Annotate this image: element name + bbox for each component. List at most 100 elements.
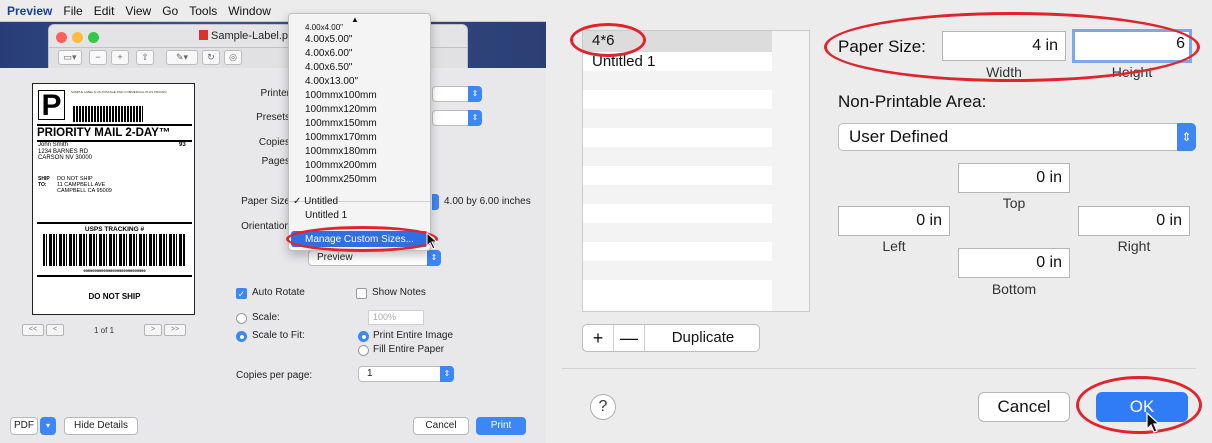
auto-rotate-checkbox[interactable]: ✓ xyxy=(236,288,247,299)
first-page-button[interactable]: << xyxy=(22,324,44,336)
print-button[interactable]: Print xyxy=(476,417,526,435)
fill-entire-paper-label: Fill Entire Paper xyxy=(373,344,445,355)
menu-item-paper-size[interactable]: 4.00x13.00" xyxy=(305,76,358,87)
tracking-barcode xyxy=(43,234,186,266)
next-page-button[interactable]: > xyxy=(144,324,162,336)
copies-per-page-label: Copies per page: xyxy=(236,370,313,381)
scroll-up-arrow-icon[interactable]: ▲ xyxy=(351,15,359,24)
mouse-pointer-icon xyxy=(426,232,439,250)
to-address: DO NOT SHIP 11 CAMPBELL AVE CAMPBELL CA … xyxy=(57,176,112,194)
mouse-pointer-icon xyxy=(1146,412,1161,433)
minimize-window-button[interactable] xyxy=(72,32,83,43)
menu-file[interactable]: File xyxy=(63,4,82,18)
paper-size-menu: ▲ 4.00x4.00" 4.00x5.00" 4.00x6.00" 4.00x… xyxy=(288,13,431,251)
cancel-button[interactable]: Cancel xyxy=(413,417,469,435)
show-notes-label: Show Notes xyxy=(372,287,426,298)
hide-details-button[interactable]: Hide Details xyxy=(64,417,138,435)
printer-popup[interactable]: ⇕ xyxy=(432,86,482,102)
menu-item-paper-size[interactable]: 4.00x5.00" xyxy=(305,34,352,45)
menu-item-paper-size[interactable]: 4.00x6.00" xyxy=(305,48,352,59)
highlight-ellipse-size xyxy=(824,12,1200,82)
share-icon[interactable]: ⇧ xyxy=(136,50,154,65)
non-printable-popup[interactable]: User Defined ⇕ xyxy=(838,123,1196,151)
menu-bar: Preview File Edit View Go Tools Window xyxy=(0,0,546,22)
menu-item-paper-size[interactable]: 100mmx150mm xyxy=(305,118,377,129)
scale-field[interactable]: 100% xyxy=(368,310,424,325)
non-printable-label: Non-Printable Area: xyxy=(838,92,987,111)
rotate-icon[interactable]: ↻ xyxy=(202,50,220,65)
page-navigator: << < 1 of 1 > >> xyxy=(22,324,192,338)
pdf-icon xyxy=(199,30,208,40)
chevron-down-icon[interactable]: ▾ xyxy=(40,417,56,435)
scale-to-fit-radio[interactable] xyxy=(236,331,247,342)
from-address: John Smith 1234 BARNES RD CARSON NV 3000… xyxy=(38,142,93,161)
list-scroll-track[interactable] xyxy=(772,30,810,312)
fill-entire-paper-radio[interactable] xyxy=(358,345,369,356)
highlight-ellipse-ok xyxy=(1076,376,1202,434)
scale-to-fit-label: Scale to Fit: xyxy=(252,330,305,341)
paper-size-value: 4.00 by 6.00 inches xyxy=(432,194,546,210)
top-margin-field[interactable]: 0 in xyxy=(958,163,1070,193)
paper-size-label: Paper Size xyxy=(241,196,290,207)
duplicate-button[interactable]: Duplicate xyxy=(645,325,761,351)
priority-letter: P xyxy=(38,90,65,121)
prev-page-button[interactable]: < xyxy=(46,324,64,336)
custom-paper-sizes-dialog: 4*6 Untitled 1 + — Duplicate Paper Size:… xyxy=(546,0,1212,443)
menu-item-untitled[interactable]: ✓ Untitled xyxy=(293,196,338,207)
chevron-updown-icon: ⇕ xyxy=(468,86,482,102)
zoom-in-icon[interactable]: + xyxy=(111,50,129,65)
right-label: Right xyxy=(1117,238,1151,254)
section-popup[interactable]: Preview ⇕ xyxy=(308,250,441,266)
print-entire-image-radio[interactable] xyxy=(358,331,369,342)
menu-view[interactable]: View xyxy=(125,4,151,18)
menu-tools[interactable]: Tools xyxy=(189,4,217,18)
left-label: Left xyxy=(882,238,906,254)
menu-item-paper-size[interactable]: 100mmx250mm xyxy=(305,174,377,185)
chevron-updown-icon: ⇕ xyxy=(440,366,454,382)
menu-item-paper-size[interactable]: 4.00x6.50" xyxy=(305,62,352,73)
scale-label: Scale: xyxy=(252,312,280,323)
markup-pen-icon[interactable]: ✎▾ xyxy=(166,50,198,65)
remove-size-button[interactable]: — xyxy=(614,325,644,351)
scale-radio[interactable] xyxy=(236,313,247,324)
left-margin-field[interactable]: 0 in xyxy=(838,206,950,236)
show-notes-checkbox[interactable] xyxy=(356,288,367,299)
ship-to-label: SHIP TO: xyxy=(38,176,50,188)
menu-preview[interactable]: Preview xyxy=(7,4,52,18)
zoom-out-icon[interactable]: − xyxy=(89,50,107,65)
menu-edit[interactable]: Edit xyxy=(94,4,115,18)
menu-item-paper-size[interactable]: 100mmx100mm xyxy=(305,90,377,101)
presets-label: Presets xyxy=(256,112,290,123)
close-window-button[interactable] xyxy=(56,32,67,43)
menu-item-untitled-1[interactable]: Untitled 1 xyxy=(305,210,347,221)
add-size-button[interactable]: + xyxy=(583,325,613,351)
presets-popup[interactable]: ⇕ xyxy=(432,110,482,126)
small-barcode xyxy=(73,106,143,122)
right-margin-field[interactable]: 0 in xyxy=(1078,206,1190,236)
cancel-button[interactable]: Cancel xyxy=(978,392,1070,422)
copies-per-page-popup[interactable]: 1 ⇕ xyxy=(358,366,454,382)
page-count: 1 of 1 xyxy=(94,326,115,335)
copies-label: Copies xyxy=(258,137,290,148)
zoom-window-button[interactable] xyxy=(88,32,99,43)
sidebar-toggle-icon[interactable]: ▭▾ xyxy=(58,50,82,65)
menu-item-paper-size[interactable]: 100mmx120mm xyxy=(305,104,377,115)
menu-item-paper-size[interactable]: 100mmx200mm xyxy=(305,160,377,171)
top-label: Top xyxy=(1002,195,1026,211)
bottom-margin-field[interactable]: 0 in xyxy=(958,248,1070,278)
help-button[interactable]: ? xyxy=(590,394,616,420)
chevron-updown-icon: ⇕ xyxy=(427,250,441,266)
service-title: PRIORITY MAIL 2-DAY™ xyxy=(37,124,192,142)
chevron-updown-icon: ⇕ xyxy=(1177,123,1196,151)
label-preview: P SAMPLE LABEL $ US POSTAGE PAID COMMERC… xyxy=(32,83,195,315)
orientation-label: Orientation xyxy=(241,221,290,232)
pdf-menu-button[interactable]: PDF xyxy=(10,417,38,435)
label-footer: DO NOT SHIP xyxy=(88,292,141,301)
menu-window[interactable]: Window xyxy=(228,4,271,18)
markup-icon[interactable]: ◎ xyxy=(224,50,242,65)
menu-item-paper-size[interactable]: 4.00x4.00" xyxy=(305,23,343,32)
menu-go[interactable]: Go xyxy=(162,4,178,18)
menu-item-paper-size[interactable]: 100mmx170mm xyxy=(305,132,377,143)
last-page-button[interactable]: >> xyxy=(164,324,186,336)
menu-item-paper-size[interactable]: 100mmx180mm xyxy=(305,146,377,157)
